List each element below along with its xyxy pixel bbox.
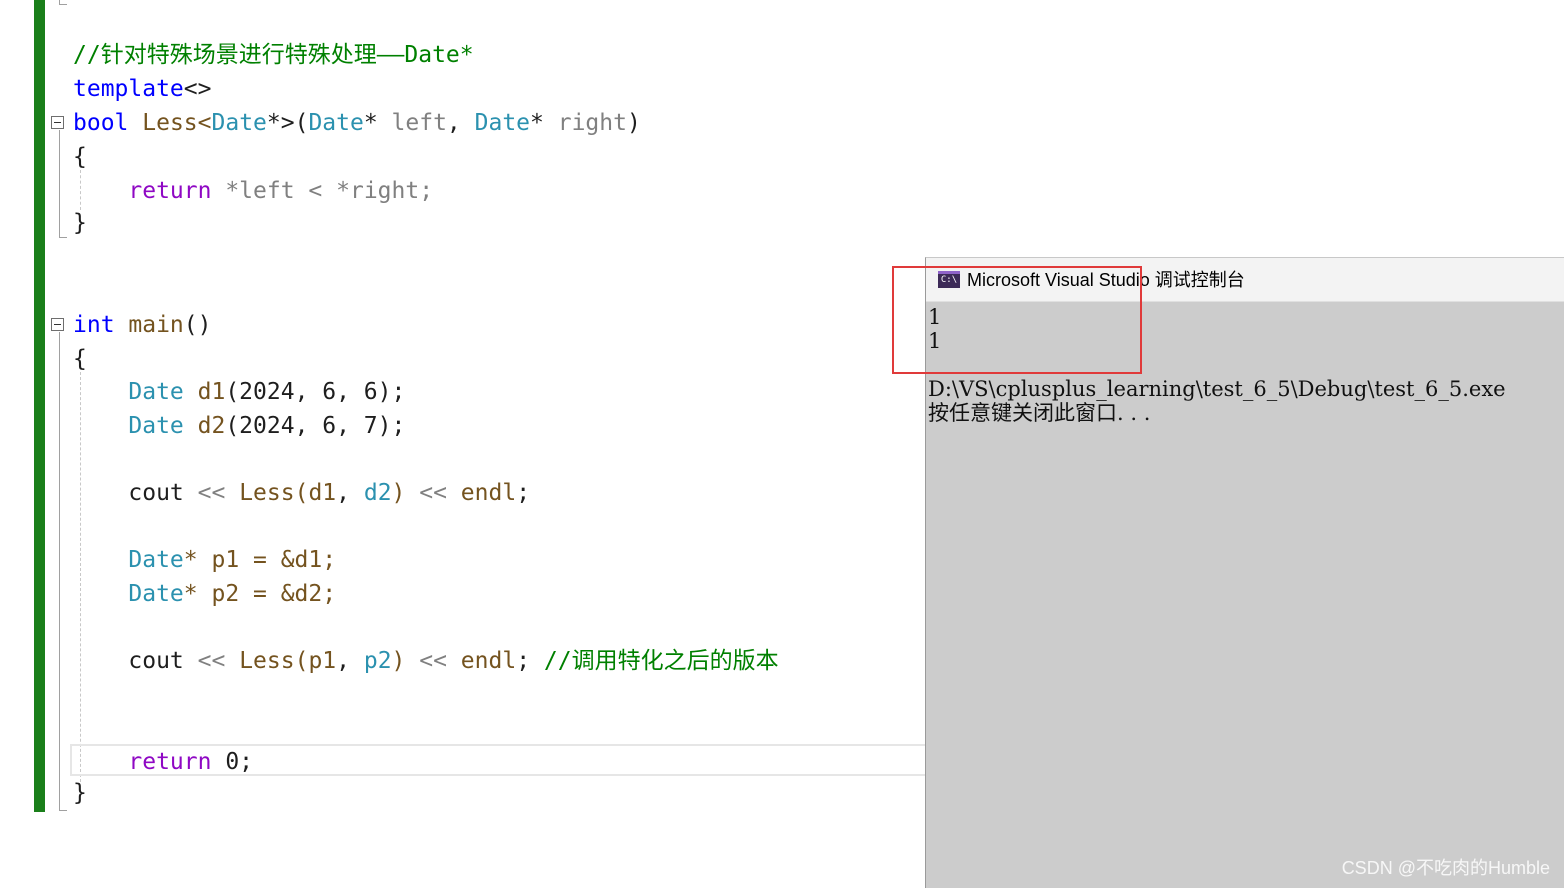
fold-toggle-icon[interactable]: [51, 318, 64, 331]
code-punct: ,: [446, 110, 475, 136]
console-press-key: 按任意键关闭此窗口. . .: [928, 401, 1151, 425]
code-function: Less(: [225, 480, 309, 506]
code-operator: <<: [197, 648, 226, 674]
code-function: Less(: [225, 648, 309, 674]
code-type: Date: [128, 547, 184, 573]
code-param: right: [557, 110, 627, 136]
code-type: Date: [474, 110, 531, 136]
code-line: return 0;: [73, 745, 253, 779]
code-function: Less: [142, 110, 198, 136]
code-keyword: int: [73, 312, 115, 338]
code-keyword: return: [128, 178, 212, 204]
code-keyword: bool: [73, 110, 129, 136]
code-line: bool Less<Date*>(Date* left, Date* right…: [73, 106, 641, 140]
code-variable: p1: [308, 648, 337, 674]
code-line: Date* p1 = &d1;: [73, 543, 336, 577]
code-variable: d1: [183, 379, 226, 405]
code-punct: ,: [336, 480, 364, 506]
code-keyword: return: [128, 749, 212, 775]
code-punct: }: [73, 780, 87, 806]
code-punct: }: [73, 210, 87, 236]
code-operator: <<: [419, 480, 447, 506]
code-punct: ,: [336, 648, 364, 674]
code-type: Date: [211, 110, 267, 136]
output-highlight-box: [892, 266, 1142, 374]
change-tracking-bar: [34, 0, 45, 812]
indent-guide: [59, 332, 60, 810]
code-variable: d1: [308, 480, 337, 506]
code-identifier: endl: [446, 648, 517, 674]
code-variable: * p1 = &d1;: [183, 547, 337, 573]
code-line: //针对特殊场景进行特殊处理——Date*: [73, 38, 474, 72]
code-punct: (): [183, 312, 212, 338]
code-line: Date d1(2024, 6, 6);: [73, 375, 405, 409]
code-identifier: cout: [128, 648, 198, 674]
indent-guide: [59, 130, 60, 237]
code-type: Date: [128, 379, 184, 405]
code-operator: <<: [419, 648, 447, 674]
code-line: {: [73, 342, 87, 376]
code-param: *left: [211, 178, 295, 204]
code-param: *right;: [336, 178, 434, 204]
code-punct: <>: [183, 76, 212, 102]
code-punct: *: [530, 110, 558, 136]
code-punct: ): [626, 110, 641, 136]
code-type: Date: [128, 413, 184, 439]
code-punct: (2024, 6, 7);: [225, 413, 406, 439]
code-variable: d2: [363, 480, 392, 506]
code-punct: *: [363, 110, 392, 136]
code-operator: <: [294, 178, 337, 204]
code-punct: *>(: [266, 110, 309, 136]
code-line: template<>: [73, 72, 211, 106]
indent-guide-end: [59, 237, 67, 238]
code-variable: p2: [363, 648, 392, 674]
code-punct: ;: [516, 480, 531, 506]
console-exe-path: D:\VS\cplusplus_learning\test_6_5\Debug\…: [928, 377, 1506, 401]
indent-guide-end: [59, 810, 67, 811]
code-punct: ): [391, 648, 420, 674]
fold-toggle-icon[interactable]: [51, 116, 64, 129]
code-type: Date: [128, 581, 184, 607]
code-keyword: template: [73, 76, 184, 102]
code-variable: d2: [183, 413, 226, 439]
code-identifier: endl: [446, 480, 517, 506]
code-line: }: [73, 206, 87, 240]
code-punct: (2024, 6, 6);: [225, 379, 406, 405]
code-param: left: [391, 110, 447, 136]
code-line: cout << Less(p1, p2) << endl; //调用特化之后的版…: [73, 644, 779, 678]
code-comment: //调用特化之后的版本: [530, 648, 779, 674]
code-identifier: cout: [128, 480, 198, 506]
code-variable: * p2 = &d2;: [183, 581, 337, 607]
code-punct: <: [197, 110, 212, 136]
code-punct: 0;: [211, 749, 254, 775]
code-punct: ;: [516, 648, 531, 674]
code-line: cout << Less(d1, d2) << endl;: [73, 476, 530, 510]
code-line: return *left < *right;: [73, 174, 433, 208]
code-punct: ): [391, 480, 420, 506]
watermark: CSDN @不吃肉的Humble: [1341, 858, 1550, 878]
code-line: Date* p2 = &d2;: [73, 577, 336, 611]
code-type: Date: [308, 110, 364, 136]
indent-guide-end: [59, 4, 67, 5]
code-line: {: [73, 140, 87, 174]
code-line: int main(): [73, 308, 212, 342]
code-operator: <<: [197, 480, 226, 506]
code-comment: //针对特殊场景进行特殊处理——Date*: [73, 42, 474, 68]
code-function: main: [114, 312, 184, 338]
code-punct: {: [73, 346, 87, 372]
code-punct: {: [73, 144, 87, 170]
code-line: Date d2(2024, 6, 7);: [73, 409, 405, 443]
code-line: }: [73, 776, 87, 810]
